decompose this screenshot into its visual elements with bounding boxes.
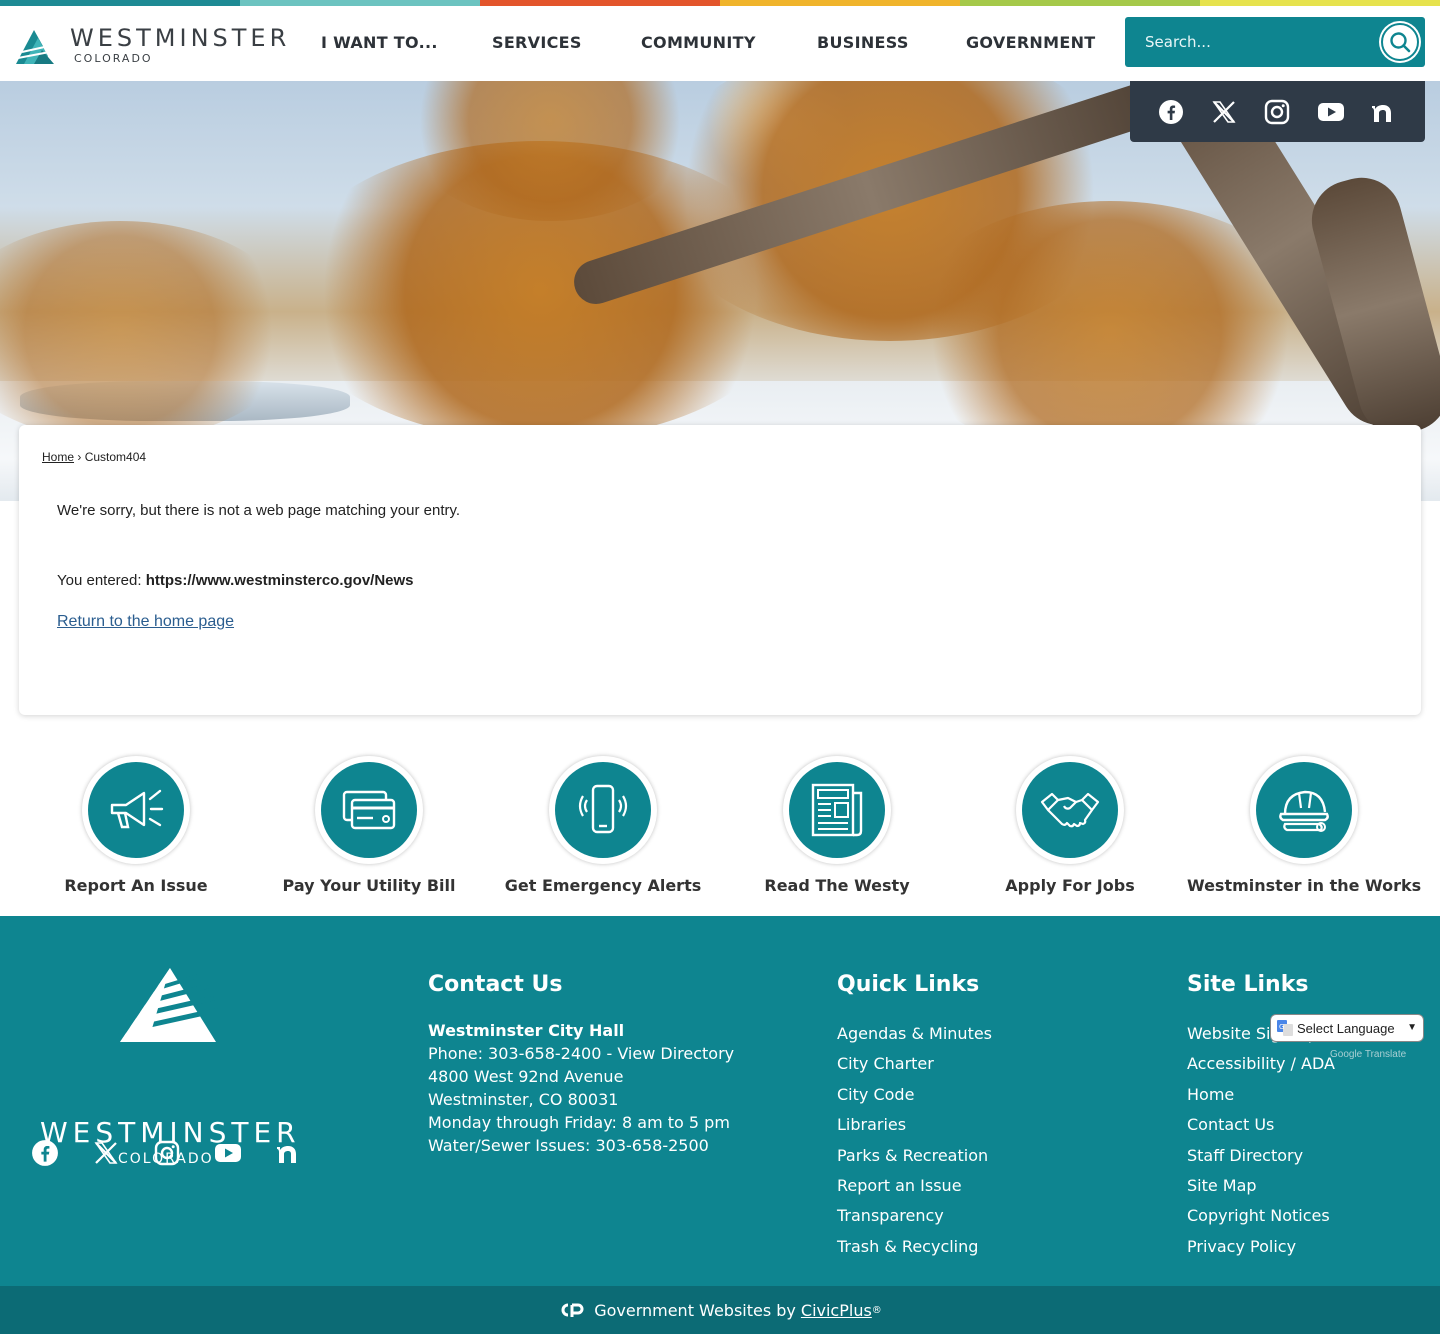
chevron-down-icon: ▼ — [1407, 1022, 1417, 1033]
nav-business[interactable]: BUSINESS — [817, 33, 909, 52]
site-link-sitemap[interactable]: Site Map — [1187, 1171, 1335, 1201]
site-footer: WESTMINSTER COLORADO Contact Us Westmins… — [0, 916, 1440, 1286]
bottom-bar: Government Websites by CivicPlus ® — [0, 1286, 1440, 1334]
return-home-link[interactable]: Return to the home page — [57, 613, 234, 631]
site-links-heading: Site Links — [1187, 972, 1309, 997]
site-link-privacy[interactable]: Privacy Policy — [1187, 1232, 1335, 1262]
breadcrumb-home-link[interactable]: Home — [42, 450, 74, 464]
contact-address1: 4800 West 92nd Avenue — [428, 1067, 624, 1086]
quick-links-heading: Quick Links — [837, 972, 980, 997]
newspaper-icon — [811, 783, 863, 837]
site-link-accessibility[interactable]: Accessibility / ADA — [1187, 1049, 1335, 1079]
contact-phone: Phone: 303-658-2400 - — [428, 1044, 618, 1063]
quick-link-label: Pay Your Utility Bill — [282, 876, 456, 895]
google-translate-credit: Google Translate — [1330, 1049, 1407, 1060]
site-logo[interactable]: WESTMINSTER COLORADO — [14, 24, 286, 72]
quick-link-emergency-alerts[interactable]: Get Emergency Alerts — [486, 756, 720, 895]
quick-link-charter[interactable]: City Charter — [837, 1049, 992, 1079]
x-icon[interactable] — [91, 1138, 121, 1168]
nav-services[interactable]: SERVICES — [492, 33, 582, 52]
mountain-logo-icon — [16, 30, 61, 64]
quick-link-label: Westminster in the Works — [1187, 876, 1422, 895]
quick-link-report[interactable]: Report an Issue — [837, 1171, 992, 1201]
search-bar — [1125, 17, 1425, 67]
instagram-icon[interactable] — [152, 1138, 182, 1168]
quick-link-label: Read The Westy — [764, 876, 910, 895]
nav-community[interactable]: COMMUNITY — [641, 33, 756, 52]
youtube-icon[interactable] — [1316, 97, 1346, 127]
content-card: Home › Custom404 We're sorry, but there … — [19, 425, 1421, 715]
quick-link-agendas[interactable]: Agendas & Minutes — [837, 1019, 992, 1049]
registered-mark: ® — [871, 1304, 882, 1316]
civicplus-link[interactable]: CivicPlus — [801, 1301, 872, 1320]
site-link-copyright[interactable]: Copyright Notices — [1187, 1201, 1335, 1231]
entered-label: You entered: — [57, 572, 142, 589]
footer-logo[interactable]: WESTMINSTER COLORADO — [40, 966, 300, 1167]
breadcrumb-current: Custom404 — [84, 450, 147, 464]
quick-link-label: Report An Issue — [64, 876, 208, 895]
quick-link-transparency[interactable]: Transparency — [837, 1201, 992, 1231]
contact-phone-line: Phone: 303-658-2400 - View Directory — [428, 1042, 734, 1065]
site-header: WESTMINSTER COLORADO I WANT TO... SERVIC… — [0, 6, 1440, 81]
header-social-links — [1130, 81, 1425, 142]
site-link-staff[interactable]: Staff Directory — [1187, 1141, 1335, 1171]
quick-link-pay-utility-bill[interactable]: Pay Your Utility Bill — [252, 756, 486, 895]
quick-link-parks[interactable]: Parks & Recreation — [837, 1141, 992, 1171]
megaphone-icon — [110, 789, 164, 829]
language-select[interactable]: G Select Language ▼ — [1270, 1014, 1424, 1042]
logo-wordmark: WESTMINSTER — [70, 24, 291, 52]
nextdoor-icon[interactable] — [274, 1138, 304, 1168]
site-link-contact[interactable]: Contact Us — [1187, 1110, 1335, 1140]
mountain-logo-icon — [118, 968, 218, 1042]
logo-subtitle: COLORADO — [74, 52, 153, 65]
nav-i-want-to[interactable]: I WANT TO... — [321, 33, 438, 52]
entered-url-line: You entered: https://www.westminsterco.g… — [57, 572, 414, 589]
credit-text: Government Websites by — [594, 1300, 796, 1320]
civicplus-logo-icon — [561, 1303, 584, 1317]
search-icon — [1390, 32, 1411, 53]
x-icon[interactable] — [1209, 97, 1239, 127]
language-select-label: Select Language — [1297, 1020, 1395, 1036]
search-input[interactable] — [1135, 25, 1375, 59]
quick-link-westminster-works[interactable]: Westminster in the Works — [1187, 756, 1421, 895]
handshake-icon — [1040, 792, 1100, 828]
quick-link-apply-jobs[interactable]: Apply For Jobs — [953, 756, 1187, 895]
quick-link-code[interactable]: City Code — [837, 1080, 992, 1110]
entered-url: https://www.westminsterco.gov/News — [145, 572, 414, 589]
contact-hours: Monday through Friday: 8 am to 5 pm — [428, 1113, 730, 1132]
contact-water: Water/Sewer Issues: 303-658-2500 — [428, 1136, 709, 1155]
footer-contact: Contact Us Westminster City Hall Phone: … — [428, 972, 734, 1157]
site-link-home[interactable]: Home — [1187, 1080, 1335, 1110]
facebook-icon[interactable] — [30, 1138, 60, 1168]
footer-social-links — [30, 1138, 304, 1168]
facebook-icon[interactable] — [1156, 97, 1186, 127]
view-directory-link[interactable]: View Directory — [617, 1044, 734, 1063]
nav-government[interactable]: GOVERNMENT — [966, 33, 1095, 52]
google-translate-icon: G — [1277, 1020, 1293, 1036]
search-button[interactable] — [1381, 23, 1419, 61]
phone-alert-icon — [578, 784, 628, 834]
error-message: We're sorry, but there is not a web page… — [57, 502, 461, 519]
quick-icons-row: Report An Issue Pay Your Utility Bill Ge… — [0, 756, 1440, 906]
contact-org: Westminster City Hall — [428, 1021, 625, 1040]
quick-link-trash[interactable]: Trash & Recycling — [837, 1232, 992, 1262]
nextdoor-icon[interactable] — [1369, 97, 1399, 127]
quick-link-libraries[interactable]: Libraries — [837, 1110, 992, 1140]
contact-address2: Westminster, CO 80031 — [428, 1090, 619, 1109]
breadcrumb: Home › Custom404 — [42, 450, 146, 464]
quick-link-label: Apply For Jobs — [1005, 876, 1135, 895]
footer-quick-links: Quick Links Agendas & Minutes City Chart… — [837, 972, 992, 1262]
quick-link-read-westy[interactable]: Read The Westy — [720, 756, 954, 895]
contact-heading: Contact Us — [428, 972, 563, 997]
instagram-icon[interactable] — [1262, 97, 1292, 127]
quick-link-label: Get Emergency Alerts — [504, 876, 702, 895]
credit-card-icon — [342, 790, 396, 830]
svg-text:G: G — [1279, 1023, 1284, 1031]
quick-link-report-issue[interactable]: Report An Issue — [19, 756, 253, 895]
hardhat-icon — [1279, 790, 1329, 832]
breadcrumb-separator: › — [77, 450, 82, 464]
youtube-icon[interactable] — [213, 1138, 243, 1168]
